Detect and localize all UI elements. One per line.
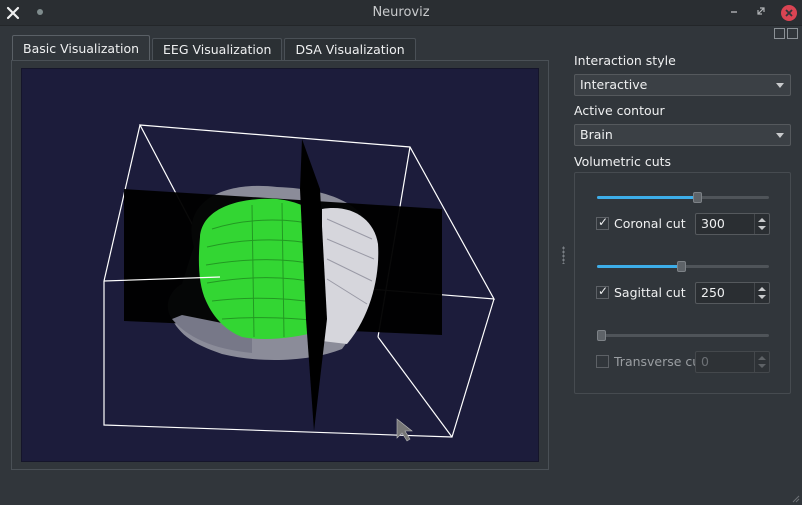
slider-handle[interactable] — [677, 261, 686, 272]
transverse-checkbox[interactable] — [596, 355, 609, 368]
coronal-checkbox[interactable]: ✓ — [596, 215, 609, 230]
resize-grip-icon[interactable] — [790, 493, 800, 503]
interaction-style-label: Interaction style — [574, 53, 676, 68]
check-icon: ✓ — [598, 284, 609, 298]
tab-basic-visualization[interactable]: Basic Visualization — [12, 35, 151, 60]
render-viewport[interactable] — [21, 68, 539, 462]
title-bar: Neuroviz — [0, 0, 802, 26]
tab-bar: Basic Visualization EEG Visualization DS… — [12, 35, 418, 60]
coronal-spinbox[interactable]: 300 — [695, 213, 770, 235]
dock-buttons — [774, 28, 798, 39]
transverse-label: Transverse cut — [614, 354, 706, 369]
coronal-label: Coronal cut — [614, 216, 686, 231]
volume-render — [103, 124, 496, 442]
sagittal-slider[interactable] — [597, 259, 769, 275]
restore-icon[interactable] — [754, 5, 768, 19]
spin-down-icon[interactable] — [758, 295, 766, 299]
splitter-handle[interactable] — [562, 246, 565, 264]
sagittal-checkbox[interactable]: ✓ — [596, 284, 609, 299]
chevron-down-icon — [776, 83, 784, 88]
interaction-style-combo[interactable]: Interactive — [574, 74, 791, 96]
chevron-down-icon — [776, 133, 784, 138]
active-contour-label: Active contour — [574, 103, 665, 118]
sagittal-spinbox[interactable]: 250 — [695, 282, 770, 304]
float-icon[interactable] — [774, 28, 785, 39]
spin-down-icon[interactable] — [758, 364, 766, 368]
slider-fill — [597, 196, 698, 199]
slider-handle[interactable] — [597, 330, 606, 341]
transverse-value: 0 — [701, 354, 709, 369]
minimize-icon[interactable] — [727, 5, 741, 19]
active-contour-value: Brain — [580, 127, 613, 142]
spin-up-icon[interactable] — [758, 356, 766, 360]
coronal-value: 300 — [701, 216, 725, 231]
spin-up-icon[interactable] — [758, 287, 766, 291]
slider-fill — [597, 265, 681, 268]
window-close-button[interactable] — [781, 5, 797, 21]
active-contour-combo[interactable]: Brain — [574, 124, 791, 146]
sagittal-label: Sagittal cut — [614, 285, 686, 300]
transverse-slider[interactable] — [597, 328, 769, 344]
slider-track — [597, 334, 769, 337]
spin-down-icon[interactable] — [758, 226, 766, 230]
check-icon: ✓ — [598, 215, 609, 229]
tab-eeg-visualization[interactable]: EEG Visualization — [152, 38, 283, 60]
spin-up-icon[interactable] — [758, 218, 766, 222]
dock-close-icon[interactable] — [787, 28, 798, 39]
transverse-spinbox[interactable]: 0 — [695, 351, 770, 373]
coronal-slider[interactable] — [597, 190, 769, 206]
interaction-style-value: Interactive — [580, 77, 648, 92]
window-title: Neuroviz — [372, 5, 430, 20]
volumetric-cuts-label: Volumetric cuts — [574, 154, 672, 169]
slider-handle[interactable] — [693, 192, 702, 203]
tab-dsa-visualization[interactable]: DSA Visualization — [284, 38, 416, 60]
sagittal-value: 250 — [701, 285, 725, 300]
